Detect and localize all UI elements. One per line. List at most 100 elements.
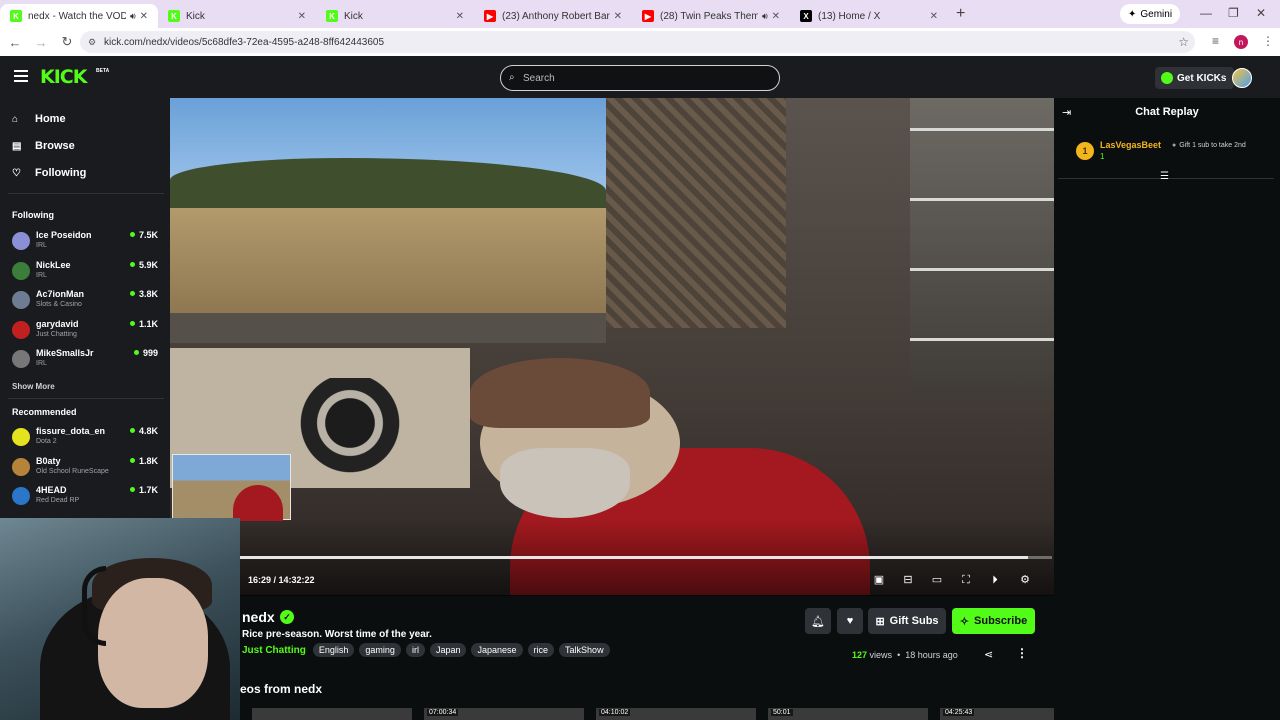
sidebar-channel[interactable]: fissure_dota_en Dota 2 4.8K [12,426,162,452]
thumbnail-duration: 04:10:02 [599,709,631,716]
tab-title: (28) Twin Peaks Theme (Inst [660,10,758,22]
gift-subs-label: Gift Subs [889,615,939,627]
tab-close-icon[interactable]: ✕ [772,11,780,22]
kick-logo[interactable]: KICK [40,66,87,88]
restore-icon[interactable]: ❐ [1228,6,1239,20]
site-info-icon[interactable]: ⚙ [88,37,96,48]
sidebar-nav-home[interactable]: ⌂ Home [12,110,66,128]
hamburger-menu-icon[interactable] [14,70,28,82]
gift-subs-button[interactable]: ⊞ Gift Subs [868,608,946,634]
tab-title: Kick [186,10,205,22]
tab-favicon-icon: K [168,10,180,22]
picture-in-picture-preview[interactable] [172,454,291,521]
tag-chip[interactable]: rice [527,643,555,657]
video-age: 18 hours ago [905,650,958,660]
minimize-icon[interactable]: — [1200,6,1212,20]
viewer-count: 999 [134,348,158,358]
tab-title: nedx - Watch the VOD on [28,10,126,22]
tab-close-icon[interactable]: ✕ [140,11,148,22]
category-link[interactable]: Just Chatting [242,645,306,656]
tag-chip[interactable]: irl [405,643,425,657]
tab-close-icon[interactable]: ✕ [456,11,464,22]
webcam-overlay [0,518,240,720]
gifter-name[interactable]: LasVegasBeet [1100,140,1161,150]
miniplayer-icon[interactable]: ▣ [872,573,886,587]
more-options-icon[interactable]: ⋮ [1016,646,1028,660]
share-icon[interactable]: ⋖ [984,648,993,661]
browser-tab[interactable]: X (13) Home / X ✕ [790,4,948,28]
fullscreen-icon[interactable]: ⛶ [959,573,973,587]
top-gifter-card[interactable]: 1 LasVegasBeet 1 Gift 1 sub to take 2nd [1076,140,1272,174]
sidebar-channel[interactable]: Ice Poseidon IRL 7.5K [12,230,162,256]
tag-chip[interactable]: Japan [429,643,467,657]
browse-icon: ▤ [12,140,22,152]
video-thumbnail[interactable]: 07:00:34 [424,708,584,720]
gemini-button[interactable]: ✦ Gemini [1120,4,1181,24]
tab-close-icon[interactable]: ✕ [614,11,622,22]
gift-cta-text[interactable]: Gift 1 sub to take 2nd [1172,142,1256,150]
settings-icon[interactable]: ⚙ [1018,573,1032,587]
user-avatar[interactable] [1232,68,1252,88]
subscribe-button[interactable]: ✧ Subscribe [952,608,1035,634]
nav-label: Home [35,113,66,125]
expand-leaderboard-icon[interactable]: ☰ [1160,171,1169,182]
star-icon: ✧ [959,615,970,628]
nav-label: Following [35,167,87,179]
show-more-button[interactable]: Show More [12,382,55,391]
new-tab-icon[interactable]: + [956,5,965,23]
reading-list-icon[interactable]: ≡ [1212,34,1219,48]
sidebar-nav-browse[interactable]: ▤ Browse [12,137,75,155]
timecode: 16:29 / 14:32:22 [248,575,315,585]
channel-category: Dota 2 [36,438,57,445]
video-thumbnail[interactable] [252,708,412,720]
chat-header: ⇥ Chat Replay [1054,98,1280,126]
video-thumbnail[interactable]: 50:01 [768,708,928,720]
sidebar-channel[interactable]: NickLee IRL 5.9K [12,260,162,286]
tab-audio-icon[interactable]: 🔊︎ [130,11,136,22]
sidebar-nav-following[interactable]: ♡ Following [12,164,86,182]
clip-icon[interactable]: ⊟ [901,573,915,587]
url-field[interactable]: ⚙ kick.com/nedx/videos/5c68dfe3-72ea-459… [80,31,1195,53]
sidebar-channel[interactable]: Ac7ionMan Slots & Casino 3.8K [12,289,162,315]
menu-kebab-icon[interactable]: ⋮ [1262,34,1274,48]
follow-heart-icon[interactable]: ♥ [837,608,863,634]
browser-tab[interactable]: K Kick ✕ [316,4,474,28]
viewer-count: 5.9K [130,260,158,270]
browser-tab[interactable]: ▶ (28) Twin Peaks Theme (Inst 🔊︎ ✕ [632,4,790,28]
browser-profile-avatar[interactable]: n [1234,35,1248,49]
close-window-icon[interactable]: ✕ [1256,6,1266,20]
video-thumbnail[interactable]: 04:10:02 [596,708,756,720]
verified-badge-icon: ✓ [280,610,294,624]
sidebar-channel[interactable]: garydavid Just Chatting 1.1K [12,319,162,345]
theater-icon[interactable]: ▭ [930,573,944,587]
sidebar-channel[interactable]: MikeSmallsJr IRL 999 [12,348,162,374]
seek-bar[interactable] [240,556,1052,559]
channel-category: IRL [36,360,47,367]
forward-icon[interactable]: → [30,35,52,50]
tag-chip[interactable]: gaming [359,643,401,657]
tab-favicon-icon: K [326,10,338,22]
get-kicks-button[interactable]: Get KICKs [1155,67,1235,89]
channel-name[interactable]: nedx [242,609,275,625]
notification-bell-icon[interactable]: 🔔︎ [805,608,831,634]
tab-close-icon[interactable]: ✕ [930,11,938,22]
sidebar-channel[interactable]: B0aty Old School RuneScape 1.8K [12,456,162,482]
tab-favicon-icon: K [10,10,22,22]
bookmark-star-icon[interactable]: ☆ [1178,35,1189,49]
gift-icon: ⊞ [875,615,885,628]
browser-tab[interactable]: ▶ (23) Anthony Robert Barro - He ✕ [474,4,632,28]
search-input[interactable]: ⌕ Search [500,65,780,91]
reload-icon[interactable]: ↻ [56,34,78,50]
browser-tab[interactable]: K Kick ✕ [158,4,316,28]
tag-chip[interactable]: English [312,643,355,657]
back-icon[interactable]: ← [4,35,26,50]
tab-audio-icon[interactable]: 🔊︎ [762,11,768,22]
tab-close-icon[interactable]: ✕ [298,11,306,22]
tag-chip[interactable]: Japanese [471,643,523,657]
sidebar-channel[interactable]: 4HEAD Red Dead RP 1.7K [12,485,162,511]
chat-panel: ⇥ Chat Replay [1054,98,1280,720]
tag-chip[interactable]: TalkShow [559,643,610,657]
browser-tab[interactable]: Knedx - Watch the VOD on 🔊︎ ✕ [0,4,158,28]
viewer-count: 4.8K [130,426,158,436]
autoplay-icon[interactable]: ⏵ [988,573,1002,587]
